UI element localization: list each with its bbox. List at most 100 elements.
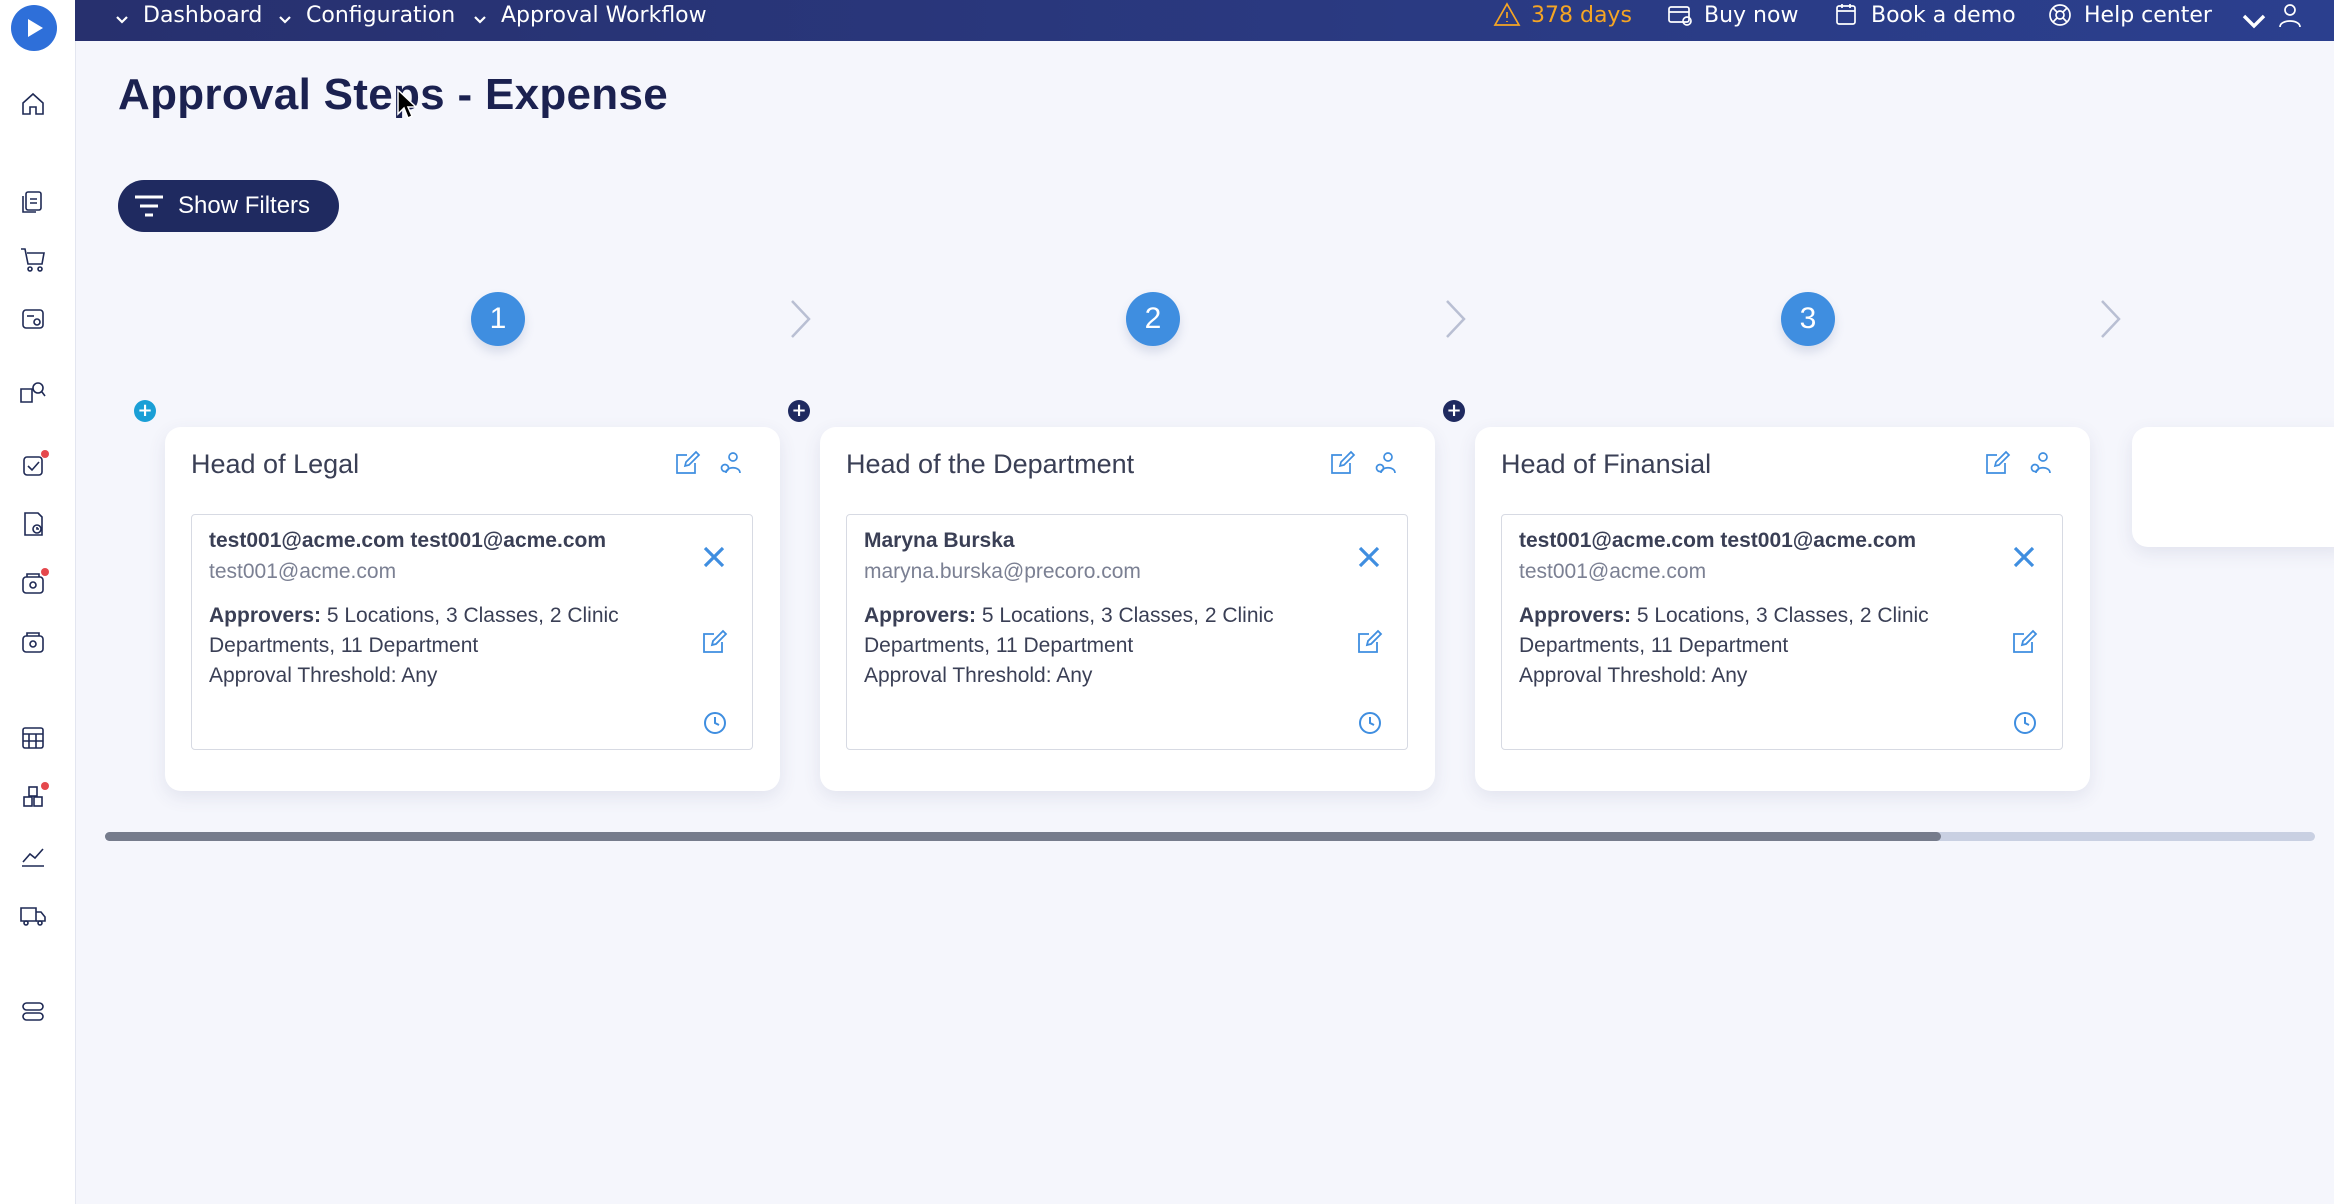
remove-approver-icon[interactable] bbox=[2010, 543, 2038, 576]
edit-approver-icon[interactable] bbox=[700, 628, 728, 661]
step-title: Head of Legal bbox=[191, 449, 360, 479]
chevron-down-icon bbox=[278, 8, 292, 24]
precoro-logo-icon[interactable] bbox=[11, 5, 57, 51]
approver-email: maryna.burska@precoro.com bbox=[864, 560, 1141, 583]
calendar-icon bbox=[1836, 4, 1856, 25]
approver-email: test001@acme.com bbox=[209, 560, 397, 583]
add-approver-icon[interactable] bbox=[718, 449, 748, 479]
approver-email: test001@acme.com bbox=[1519, 560, 1707, 583]
buy-now-button[interactable]: Buy now bbox=[1666, 0, 1798, 30]
user-menu[interactable] bbox=[2240, 0, 2304, 30]
step-number-2: 2 bbox=[1126, 292, 1180, 346]
inventory-icon[interactable] bbox=[15, 779, 51, 815]
approver-name: test001@acme.com test001@acme.com bbox=[209, 529, 607, 552]
approval-step-card-partial bbox=[2132, 427, 2334, 547]
approval-threshold: Approval Threshold: Any bbox=[1519, 664, 1748, 687]
edit-approver-icon[interactable] bbox=[2010, 628, 2038, 661]
plus-icon: + bbox=[137, 400, 153, 421]
approval-threshold: Approval Threshold: Any bbox=[864, 664, 1093, 687]
notification-dot bbox=[41, 568, 49, 576]
home-icon[interactable] bbox=[15, 86, 51, 122]
add-step-button[interactable]: + bbox=[134, 400, 156, 422]
step-number-3: 3 bbox=[1781, 292, 1835, 346]
approver-name: test001@acme.com test001@acme.com bbox=[1519, 529, 1917, 552]
add-approver-icon[interactable] bbox=[2028, 449, 2058, 479]
horizontal-scrollbar-thumb[interactable] bbox=[105, 832, 1941, 841]
plus-icon: + bbox=[1446, 400, 1462, 421]
chevron-down-icon bbox=[2240, 8, 2266, 29]
sidebar bbox=[0, 0, 76, 1204]
invoice-icon[interactable] bbox=[15, 301, 51, 337]
approvers-label: Approvers: bbox=[1519, 604, 1632, 627]
edit-step-icon[interactable] bbox=[1983, 449, 2013, 479]
page-title: Approval Steps - Expense bbox=[118, 70, 669, 119]
chevron-right-icon bbox=[1443, 297, 1469, 341]
approver-box: Maryna Burska maryna.burska@precoro.com … bbox=[846, 514, 1408, 750]
breadcrumb-configuration[interactable]: Configuration bbox=[278, 0, 455, 30]
user-icon bbox=[2279, 4, 2301, 28]
step-title: Head of the Department bbox=[846, 449, 1135, 479]
breadcrumb-label: Dashboard bbox=[143, 2, 263, 28]
lifebuoy-icon bbox=[2049, 4, 2071, 26]
clock-icon[interactable] bbox=[1357, 710, 1383, 741]
top-bar: Dashboard Configuration Approval Workflo… bbox=[75, 0, 2334, 41]
trial-days-indicator[interactable]: 378 days bbox=[1493, 0, 1632, 30]
approvers-label: Approvers: bbox=[209, 604, 322, 627]
breadcrumb-label: Configuration bbox=[306, 2, 456, 28]
approver-box: test001@acme.com test001@acme.com test00… bbox=[191, 514, 753, 750]
chevron-right-icon bbox=[2098, 297, 2124, 341]
breadcrumb-dashboard[interactable]: Dashboard bbox=[115, 0, 262, 30]
chevron-down-icon bbox=[473, 8, 487, 24]
show-filters-label: Show Filters bbox=[178, 192, 311, 219]
book-demo-button[interactable]: Book a demo bbox=[1833, 0, 2016, 30]
breadcrumb-label: Approval Workflow bbox=[501, 2, 707, 28]
breadcrumb-approval-workflow[interactable]: Approval Workflow bbox=[473, 0, 707, 30]
mouse-cursor-icon bbox=[396, 88, 418, 122]
approver-name: Maryna Burska bbox=[864, 529, 1015, 552]
remove-approver-icon[interactable] bbox=[700, 543, 728, 576]
approval-step-card: Head of Legal test001@acme.com test001@a… bbox=[165, 427, 780, 791]
edit-step-icon[interactable] bbox=[1328, 449, 1358, 479]
analytics-icon[interactable] bbox=[15, 838, 51, 874]
clock-icon[interactable] bbox=[2012, 710, 2038, 741]
approvals-icon[interactable] bbox=[15, 447, 51, 483]
settings-icon[interactable] bbox=[15, 993, 51, 1029]
budget-icon[interactable] bbox=[15, 565, 51, 601]
help-center-label: Help center bbox=[2084, 2, 2212, 28]
add-approver-icon[interactable] bbox=[1373, 449, 1403, 479]
edit-approver-icon[interactable] bbox=[1355, 628, 1383, 661]
trial-days-text: 378 days bbox=[1531, 2, 1632, 28]
approvers-label: Approvers: bbox=[864, 604, 977, 627]
cart-icon[interactable] bbox=[15, 241, 51, 277]
buy-now-label: Buy now bbox=[1704, 2, 1799, 28]
chevron-down-icon bbox=[115, 8, 129, 24]
payment-icon[interactable] bbox=[15, 624, 51, 660]
notification-dot bbox=[41, 450, 49, 458]
approval-step-card: Head of the Department Maryna Burska mar… bbox=[820, 427, 1435, 791]
book-demo-label: Book a demo bbox=[1871, 2, 2016, 28]
supplier-search-icon[interactable] bbox=[15, 374, 51, 410]
approver-details: Approvers: 5 Locations, 3 Classes, 2 Cli… bbox=[1519, 601, 1959, 691]
edit-step-icon[interactable] bbox=[673, 449, 703, 479]
approval-step-card: Head of Finansial test001@acme.com test0… bbox=[1475, 427, 2090, 791]
approver-details: Approvers: 5 Locations, 3 Classes, 2 Cli… bbox=[209, 601, 649, 691]
approval-threshold: Approval Threshold: Any bbox=[209, 664, 438, 687]
notification-dot bbox=[41, 782, 49, 790]
show-filters-button[interactable]: Show Filters bbox=[118, 180, 339, 232]
receipt-icon[interactable] bbox=[15, 506, 51, 542]
documents-icon[interactable] bbox=[15, 183, 51, 219]
chevron-right-icon bbox=[788, 297, 814, 341]
help-center-button[interactable]: Help center bbox=[2046, 0, 2212, 30]
clock-icon[interactable] bbox=[702, 710, 728, 741]
calculator-icon[interactable] bbox=[15, 720, 51, 756]
delivery-icon[interactable] bbox=[15, 897, 51, 933]
add-step-button[interactable]: + bbox=[788, 400, 810, 422]
approver-box: test001@acme.com test001@acme.com test00… bbox=[1501, 514, 2063, 750]
step-title: Head of Finansial bbox=[1501, 449, 1712, 479]
add-step-button[interactable]: + bbox=[1443, 400, 1465, 422]
approver-details: Approvers: 5 Locations, 3 Classes, 2 Cli… bbox=[864, 601, 1304, 691]
warning-icon bbox=[1493, 2, 1521, 26]
buy-icon bbox=[1668, 6, 1692, 26]
filter-icon bbox=[135, 195, 163, 217]
remove-approver-icon[interactable] bbox=[1355, 543, 1383, 576]
